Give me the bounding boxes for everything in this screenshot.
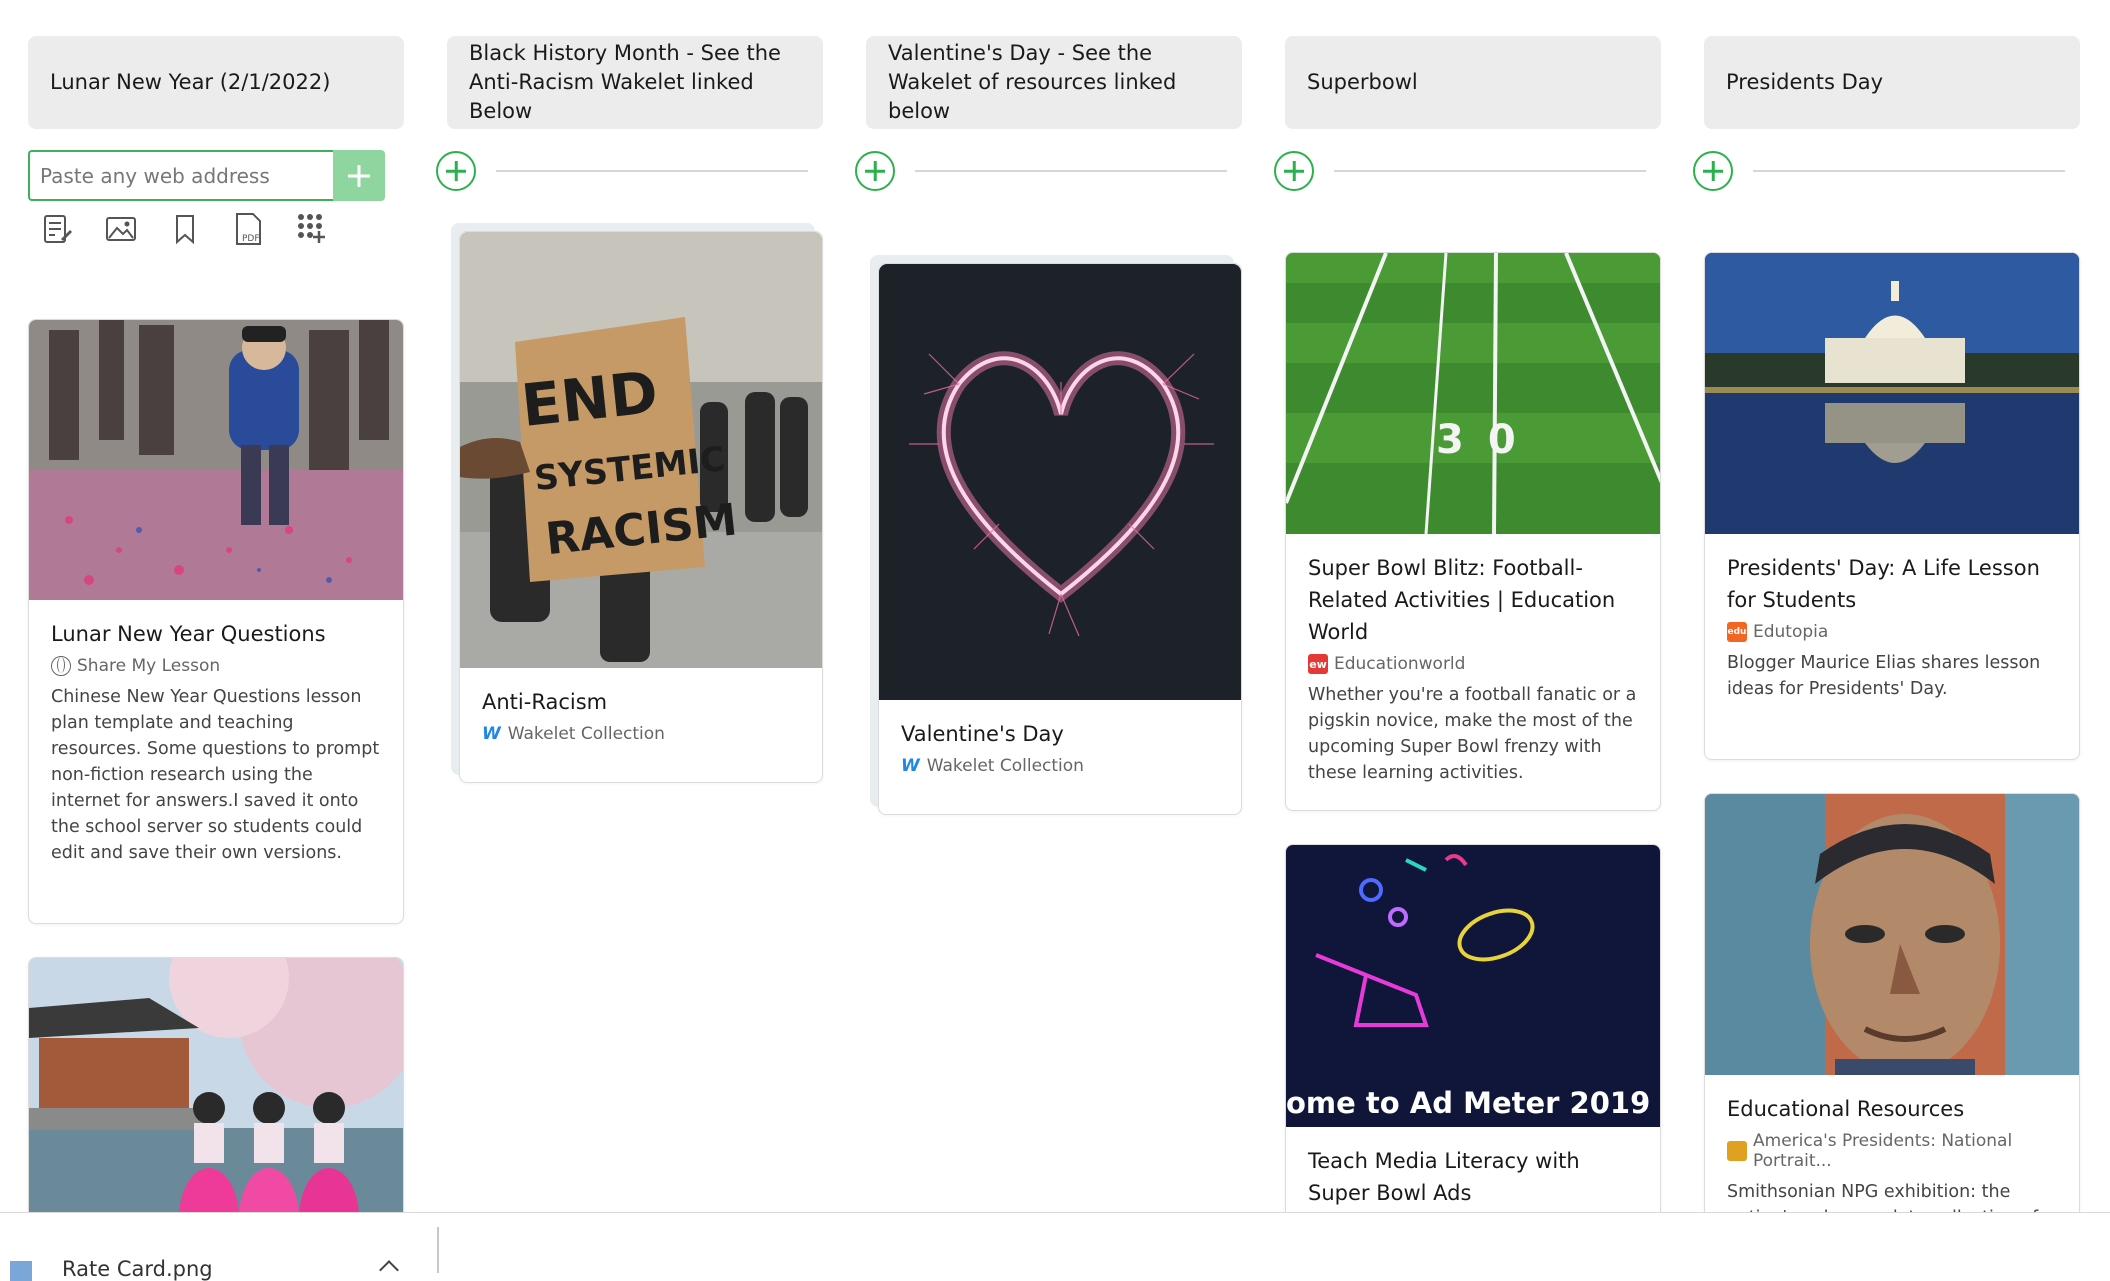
globe-icon: [51, 656, 71, 676]
educationworld-logo-icon: ew: [1308, 654, 1328, 674]
image-caption: ome to Ad Meter 2019: [1286, 1086, 1650, 1120]
divider: [1753, 170, 2065, 172]
card-body: Educational Resources America's Presiden…: [1705, 1075, 2079, 1212]
wakelet-board: Lunar New Year (2/1/2022) PDF: [0, 0, 2110, 1212]
web-address-input[interactable]: [28, 150, 333, 201]
column-header[interactable]: Lunar New Year (2/1/2022): [28, 36, 404, 129]
card-title: Super Bowl Blitz: Football-Related Activ…: [1308, 556, 1616, 644]
card-description: Blogger Maurice Elias shares lesson idea…: [1727, 653, 2041, 699]
card-body: Super Bowl Blitz: Football-Related Activ…: [1286, 534, 1660, 804]
download-file-name[interactable]: Rate Card.png: [62, 1257, 213, 1281]
card-image: [29, 958, 403, 1212]
card-title: Teach Media Literacy with Super Bowl Ads: [1308, 1149, 1580, 1205]
card-title: Educational Resources: [1727, 1097, 1965, 1121]
column-header[interactable]: Superbowl: [1285, 36, 1661, 129]
downloads-bar: Rate Card.png: [0, 1212, 2110, 1281]
source-name: Wakelet Collection: [507, 724, 665, 744]
image-file-icon: [10, 1261, 32, 1281]
card-image: ome to Ad Meter 2019: [1286, 845, 1660, 1127]
card-image: 30: [1286, 253, 1660, 534]
add-item-icon[interactable]: [855, 151, 895, 191]
bookmark-icon[interactable]: [168, 212, 202, 246]
card-valentines-day[interactable]: Valentine's Day W Wakelet Collection: [878, 263, 1242, 815]
card-title: Presidents' Day: A Life Lesson for Stude…: [1727, 556, 2040, 612]
add-item-toolbar: PDF: [40, 212, 330, 246]
card-image: [879, 264, 1241, 700]
card-image: [29, 320, 403, 600]
card-source: ew Educationworld: [1308, 654, 1638, 674]
column-header[interactable]: Presidents Day: [1704, 36, 2080, 129]
card-description: Smithsonian NPG exhibition: the nation's…: [1727, 1182, 2038, 1212]
card-description: Whether you're a football fanatic or a p…: [1308, 685, 1637, 783]
divider: [496, 170, 808, 172]
card-body: Lunar New Year Questions Share My Lesson…: [29, 600, 403, 884]
card-media-literacy[interactable]: ome to Ad Meter 2019 Teach Media Literac…: [1285, 844, 1661, 1212]
add-url-button[interactable]: [333, 150, 385, 201]
add-item-row: [855, 147, 1227, 195]
divider: [437, 1227, 439, 1273]
card-image: [1705, 794, 2079, 1075]
field-number: 30: [1436, 417, 1540, 463]
card-presidents-day-lesson[interactable]: Presidents' Day: A Life Lesson for Stude…: [1704, 252, 2080, 760]
card-body: Teach Media Literacy with Super Bowl Ads: [1286, 1127, 1660, 1212]
card-source: Share My Lesson: [51, 656, 381, 676]
card-korean-palace[interactable]: [28, 957, 404, 1212]
edutopia-logo-icon: edu: [1727, 622, 1747, 642]
smithsonian-logo-icon: [1727, 1141, 1747, 1161]
card-title: Valentine's Day: [901, 722, 1064, 746]
add-item-row: [1693, 147, 2065, 195]
card-body: Presidents' Day: A Life Lesson for Stude…: [1705, 534, 2079, 720]
card-body: Anti-Racism W Wakelet Collection: [460, 668, 822, 762]
card-educational-resources[interactable]: Educational Resources America's Presiden…: [1704, 793, 2080, 1212]
divider: [1334, 170, 1646, 172]
card-source: edu Edutopia: [1727, 622, 2057, 642]
column-presidents-day: Presidents Day: [1704, 36, 2080, 129]
card-super-bowl-blitz[interactable]: 30 Super Bowl Blitz: Football-Related Ac…: [1285, 252, 1661, 811]
source-name: Share My Lesson: [77, 656, 221, 676]
sign-text-line-1: END: [518, 358, 661, 440]
card-description: Chinese New Year Questions lesson plan t…: [51, 687, 380, 863]
card-image: [1705, 253, 2079, 534]
source-name: America's Presidents: National Portrait.…: [1753, 1131, 2013, 1171]
card-anti-racism[interactable]: END SYSTEMIC RACISM Anti-Racism W Wakele…: [459, 231, 823, 783]
column-header[interactable]: Black History Month - See the Anti-Racis…: [447, 36, 823, 129]
add-item-icon[interactable]: [1274, 151, 1314, 191]
chevron-up-icon[interactable]: [379, 1260, 399, 1280]
column-header[interactable]: Valentine's Day - See the Wakelet of res…: [866, 36, 1242, 129]
column-black-history-month: Black History Month - See the Anti-Racis…: [447, 36, 823, 129]
card-title: Lunar New Year Questions: [51, 622, 326, 646]
card-image: END SYSTEMIC RACISM: [460, 232, 822, 668]
card-source: W Wakelet Collection: [901, 756, 1219, 776]
column-valentines-day: Valentine's Day - See the Wakelet of res…: [866, 36, 1242, 129]
card-body: Valentine's Day W Wakelet Collection: [879, 700, 1241, 794]
column-lunar-new-year: Lunar New Year (2/1/2022): [28, 36, 404, 129]
wakelet-logo-icon: W: [901, 756, 920, 776]
source-name: Wakelet Collection: [926, 756, 1084, 776]
source-name: Educationworld: [1334, 654, 1466, 674]
pdf-icon[interactable]: PDF: [232, 212, 266, 246]
divider: [915, 170, 1227, 172]
text-note-icon[interactable]: [40, 212, 74, 246]
card-lunar-new-year-questions[interactable]: Lunar New Year Questions Share My Lesson…: [28, 319, 404, 924]
image-icon[interactable]: [104, 212, 138, 246]
add-item-icon[interactable]: [1693, 151, 1733, 191]
card-source: W Wakelet Collection: [482, 724, 800, 744]
add-item-icon[interactable]: [436, 151, 476, 191]
source-name: Edutopia: [1753, 622, 1829, 642]
add-item-row: [436, 147, 808, 195]
wakelet-logo-icon: W: [482, 724, 501, 744]
add-item-row: [1274, 147, 1646, 195]
card-title: Anti-Racism: [482, 690, 608, 714]
card-source: America's Presidents: National Portrait.…: [1727, 1131, 2057, 1171]
apps-grid-icon[interactable]: [296, 212, 330, 246]
column-superbowl: Superbowl: [1285, 36, 1661, 129]
svg-text:PDF: PDF: [242, 234, 260, 244]
add-url-box: [28, 150, 385, 201]
